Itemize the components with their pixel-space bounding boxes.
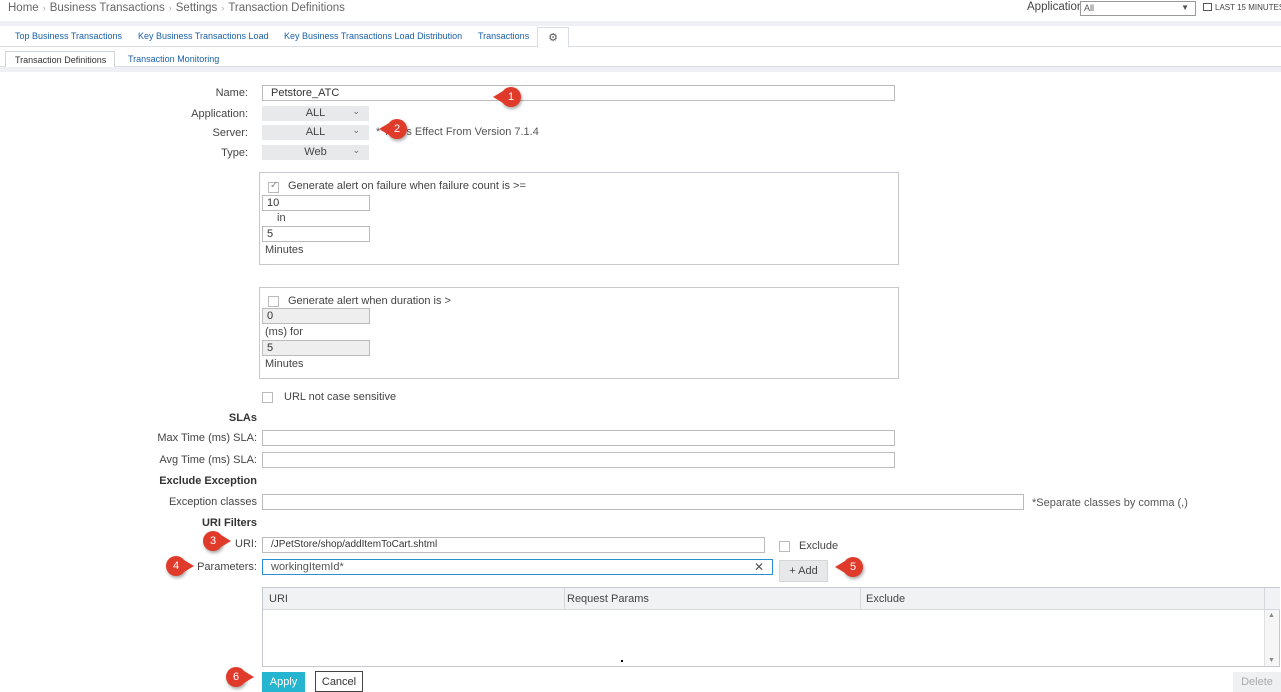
breadcrumb-home[interactable]: Home: [8, 2, 39, 14]
callout-6: 6: [226, 667, 254, 687]
duration-value-input[interactable]: 0: [262, 308, 370, 324]
tab-key-business-transactions-load[interactable]: Key Business Transactions Load: [138, 31, 269, 41]
application-select-value: ALL: [305, 107, 326, 119]
max-time-sla-input[interactable]: [262, 430, 895, 446]
add-filter-button[interactable]: + Add: [779, 560, 828, 582]
server-label: Server:: [212, 127, 248, 139]
slas-heading: SLAs: [228, 412, 257, 424]
failure-alert-checkbox[interactable]: [268, 180, 279, 193]
uri-filters-heading: URI Filters: [201, 517, 257, 529]
divider: [0, 21, 1281, 26]
breadcrumb-business-transactions[interactable]: Business Transactions: [50, 2, 165, 14]
failure-count-input[interactable]: 10: [262, 195, 370, 211]
minutes-label: Minutes: [265, 244, 304, 256]
parameters-label: Parameters:: [197, 561, 257, 573]
type-select-value: Web: [304, 146, 327, 158]
parameters-input[interactable]: workingItemId*: [262, 559, 773, 575]
tab-transactions[interactable]: Transactions: [478, 31, 529, 41]
column-header-request-params[interactable]: Request Params: [567, 593, 649, 605]
exception-classes-label: Exception classes: [168, 496, 257, 508]
table-header: URI Request Params Exclude: [263, 588, 1280, 610]
minutes-label: Minutes: [265, 358, 304, 370]
failure-minutes-input[interactable]: 5: [262, 226, 370, 242]
exclude-exception-heading: Exclude Exception: [159, 475, 257, 487]
failure-alert-label: Generate alert on failure when failure c…: [288, 180, 526, 192]
callout-5: 5: [835, 557, 863, 577]
uri-label: URI:: [235, 538, 257, 550]
application-label: Application:: [191, 108, 248, 120]
apply-button[interactable]: Apply: [262, 672, 305, 692]
chevron-down-icon: ⌄: [352, 106, 360, 116]
breadcrumb-settings[interactable]: Settings: [176, 2, 218, 14]
callout-2: 2: [379, 119, 407, 139]
url-case-label: URL not case sensitive: [284, 391, 397, 403]
callout-1: 1: [493, 87, 521, 107]
parameters-input-value: workingItemId*: [271, 561, 344, 573]
callout-4: 4: [166, 556, 194, 576]
scroll-up-icon[interactable]: ▲: [1268, 612, 1275, 619]
sub-tabs: Transaction Definitions Transaction Moni…: [0, 49, 1281, 68]
in-label: in: [277, 212, 286, 224]
chevron-down-icon: ⌄: [352, 125, 360, 135]
top-bar: Home › Business Transactions › Settings › Tran…: [0, 0, 1281, 22]
type-select[interactable]: Web ⌄: [262, 145, 369, 160]
tab-key-business-transactions-load-distribution[interactable]: Key Business Transactions Load Distribut…: [284, 31, 462, 41]
breadcrumb-separator-icon: ›: [168, 3, 172, 13]
application-filter-value: All: [1084, 3, 1095, 13]
breadcrumb-current: Transaction Definitions: [228, 2, 345, 14]
uri-input[interactable]: /JPetStore/shop/addItemToCart.shtml: [262, 537, 765, 553]
clear-icon[interactable]: ✕: [754, 560, 764, 574]
column-divider: [564, 588, 565, 610]
avg-time-sla-label: Avg Time (ms) SLA:: [159, 454, 257, 466]
duration-alert-checkbox[interactable]: [268, 296, 279, 307]
exclude-checkbox[interactable]: [779, 541, 790, 552]
column-header-uri[interactable]: URI: [269, 593, 288, 605]
tab-settings[interactable]: ⚙: [537, 27, 569, 48]
server-select-value: ALL: [305, 126, 326, 138]
duration-minutes-input[interactable]: 5: [262, 340, 370, 356]
exclude-label: Exclude: [799, 540, 839, 552]
failure-alert-panel: Generate alert on failure when failure c…: [259, 172, 899, 265]
subtab-transaction-definitions[interactable]: Transaction Definitions: [5, 51, 115, 68]
exception-classes-note: *Separate classes by comma (,): [1032, 497, 1188, 509]
column-divider: [860, 588, 861, 610]
chevron-down-icon: ⌄: [352, 145, 360, 155]
time-range-button[interactable]: LAST 15 MINUTES: [1203, 3, 1281, 12]
divider: [0, 67, 1281, 72]
ms-for-label: (ms) for: [265, 326, 303, 338]
time-range-label: LAST 15 MINUTES: [1215, 3, 1281, 12]
callout-3: 3: [203, 531, 231, 551]
name-input[interactable]: Petstore_ATC: [262, 85, 895, 101]
uri-filters-table: URI Request Params Exclude ▲ ▼: [262, 587, 1280, 667]
dropdown-arrow-icon: ▼: [1181, 3, 1189, 12]
cancel-button[interactable]: Cancel: [315, 671, 363, 692]
column-divider: [1264, 588, 1265, 610]
column-header-exclude[interactable]: Exclude: [866, 593, 905, 605]
application-filter-label: Application: [1027, 1, 1084, 13]
tab-top-business-transactions[interactable]: Top Business Transactions: [15, 31, 122, 41]
duration-alert-panel: Generate alert when duration is > 0 (ms)…: [259, 287, 899, 379]
duration-alert-label: Generate alert when duration is >: [288, 295, 451, 307]
gear-icon: ⚙: [548, 32, 558, 44]
scroll-down-icon[interactable]: ▼: [1268, 657, 1275, 664]
url-case-checkbox[interactable]: [262, 392, 273, 403]
max-time-sla-label: Max Time (ms) SLA:: [157, 432, 257, 444]
subtab-transaction-monitoring[interactable]: Transaction Monitoring: [128, 54, 219, 64]
application-select[interactable]: ALL ⌄: [262, 106, 369, 121]
application-filter-select[interactable]: All ▼: [1080, 1, 1196, 16]
breadcrumb: Home › Business Transactions › Settings › Tran…: [8, 2, 345, 14]
breadcrumb-separator-icon: ›: [42, 3, 46, 13]
exception-classes-input[interactable]: [262, 494, 1024, 510]
avg-time-sla-input[interactable]: [262, 452, 895, 468]
calendar-icon: [1203, 3, 1212, 11]
stray-dot: [621, 660, 623, 662]
type-label: Type:: [221, 147, 248, 159]
main-tabs: Top Business Transactions Key Business T…: [0, 27, 1281, 48]
table-scrollbar[interactable]: ▲ ▼: [1264, 610, 1279, 666]
delete-button[interactable]: Delete: [1233, 672, 1281, 692]
breadcrumb-separator-icon: ›: [221, 3, 225, 13]
server-select[interactable]: ALL ⌄: [262, 125, 369, 140]
name-label: Name:: [215, 87, 248, 99]
